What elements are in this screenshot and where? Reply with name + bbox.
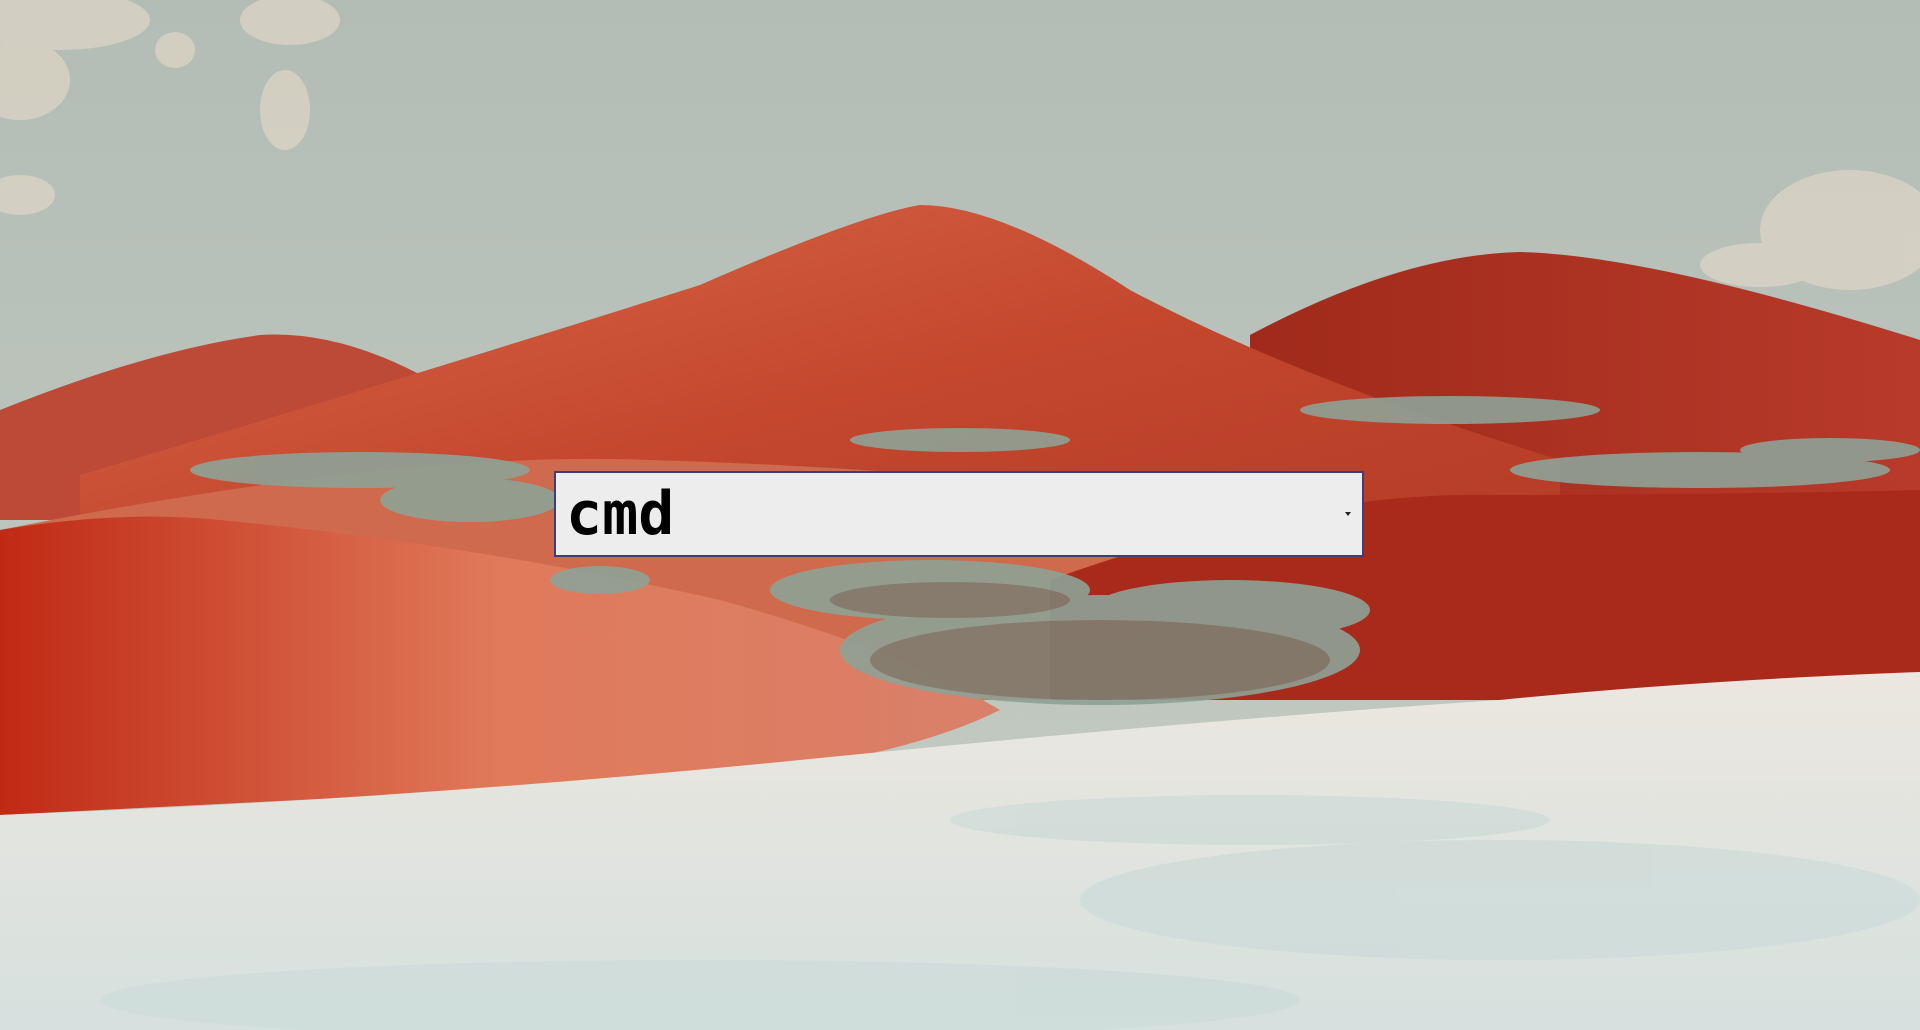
history-dropdown-button[interactable] <box>1334 473 1362 555</box>
run-command-box <box>554 471 1364 557</box>
desktop <box>0 0 1920 1030</box>
chevron-down-icon <box>1345 512 1351 516</box>
command-input[interactable] <box>556 473 1334 555</box>
